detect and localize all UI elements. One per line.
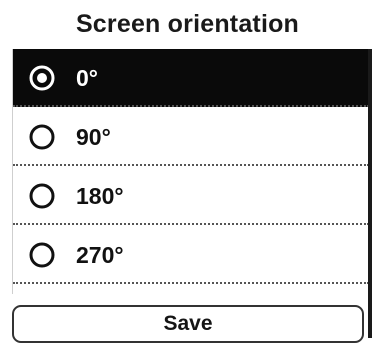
page-title: Screen orientation [75,9,300,38]
radio-unselected-icon[interactable] [29,183,55,209]
option-180-degrees[interactable]: 180° [13,167,369,225]
screen-orientation-dialog: Screen orientation 0° 90° 180° 270° Save [0,0,375,347]
option-label: 180° [76,182,124,209]
radio-selected-icon[interactable] [29,65,55,91]
radio-unselected-icon[interactable] [29,124,55,150]
scrollbar[interactable] [368,49,372,338]
option-label: 90° [76,123,111,150]
save-button[interactable]: Save [12,305,364,343]
radio-unselected-icon[interactable] [29,242,55,268]
option-0-degrees[interactable]: 0° [13,49,369,107]
option-90-degrees[interactable]: 90° [13,108,369,166]
orientation-options-list: 0° 90° 180° 270° [12,49,369,294]
option-label: 0° [76,64,98,91]
option-label: 270° [76,241,124,268]
option-270-degrees[interactable]: 270° [13,226,369,284]
